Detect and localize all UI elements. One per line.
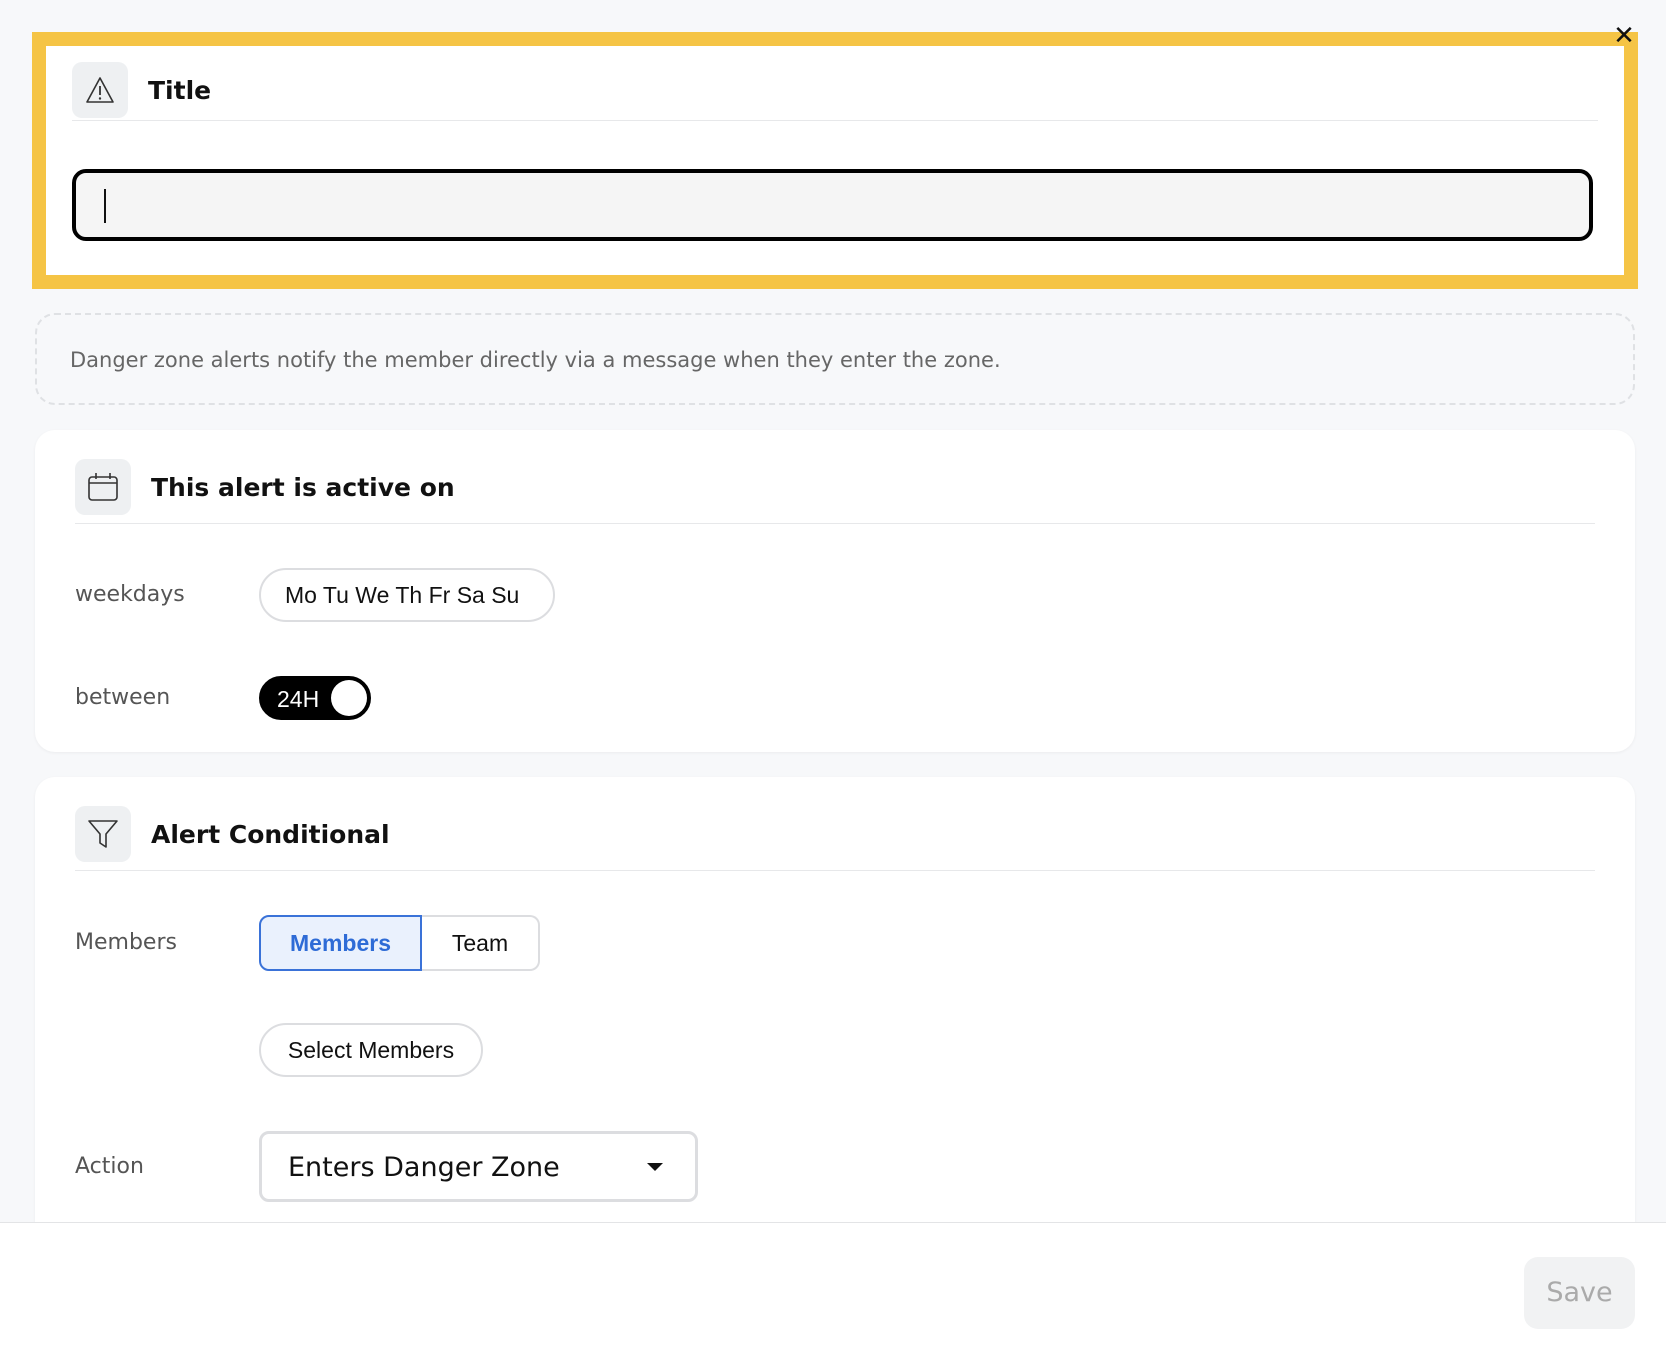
action-label: Action <box>75 1154 144 1179</box>
members-row-label: Members <box>75 930 177 955</box>
title-input[interactable] <box>72 169 1593 241</box>
schedule-header: This alert is active on <box>75 459 1595 524</box>
toggle-knob <box>331 680 367 716</box>
schedule-heading: This alert is active on <box>151 473 455 502</box>
action-select-value: Enters Danger Zone <box>288 1152 560 1183</box>
weekdays-label: weekdays <box>75 582 185 607</box>
text-caret <box>104 189 106 223</box>
info-box: Danger zone alerts notify the member dir… <box>35 313 1635 405</box>
between-label: between <box>75 685 171 710</box>
funnel-icon <box>75 806 131 862</box>
conditional-heading: Alert Conditional <box>151 820 390 849</box>
select-members-button[interactable]: Select Members <box>259 1023 483 1077</box>
save-button[interactable]: Save <box>1524 1257 1635 1329</box>
toggle-label: 24H <box>277 686 320 712</box>
team-segment[interactable]: Team <box>422 915 540 971</box>
schedule-card: This alert is active on weekdays Mo Tu W… <box>35 430 1635 752</box>
weekdays-selector[interactable]: Mo Tu We Th Fr Sa Su <box>259 568 555 622</box>
calendar-icon <box>75 459 131 515</box>
conditional-card: Alert Conditional Members Members Team S… <box>35 777 1635 1247</box>
info-text: Danger zone alerts notify the member dir… <box>70 348 1001 372</box>
chevron-down-icon <box>647 1163 663 1171</box>
footer-bar: Save <box>0 1222 1666 1351</box>
title-header: Title <box>72 62 1598 121</box>
title-heading: Title <box>148 76 212 105</box>
members-segment[interactable]: Members <box>259 915 422 971</box>
title-card: Title <box>32 32 1638 289</box>
24h-toggle[interactable]: 24H <box>259 676 371 720</box>
close-icon[interactable]: ✕ <box>1610 22 1638 50</box>
members-team-toggle: Members Team <box>259 915 540 971</box>
warning-triangle-icon <box>72 62 128 118</box>
conditional-header: Alert Conditional <box>75 806 1595 871</box>
action-select[interactable]: Enters Danger Zone <box>259 1131 698 1202</box>
